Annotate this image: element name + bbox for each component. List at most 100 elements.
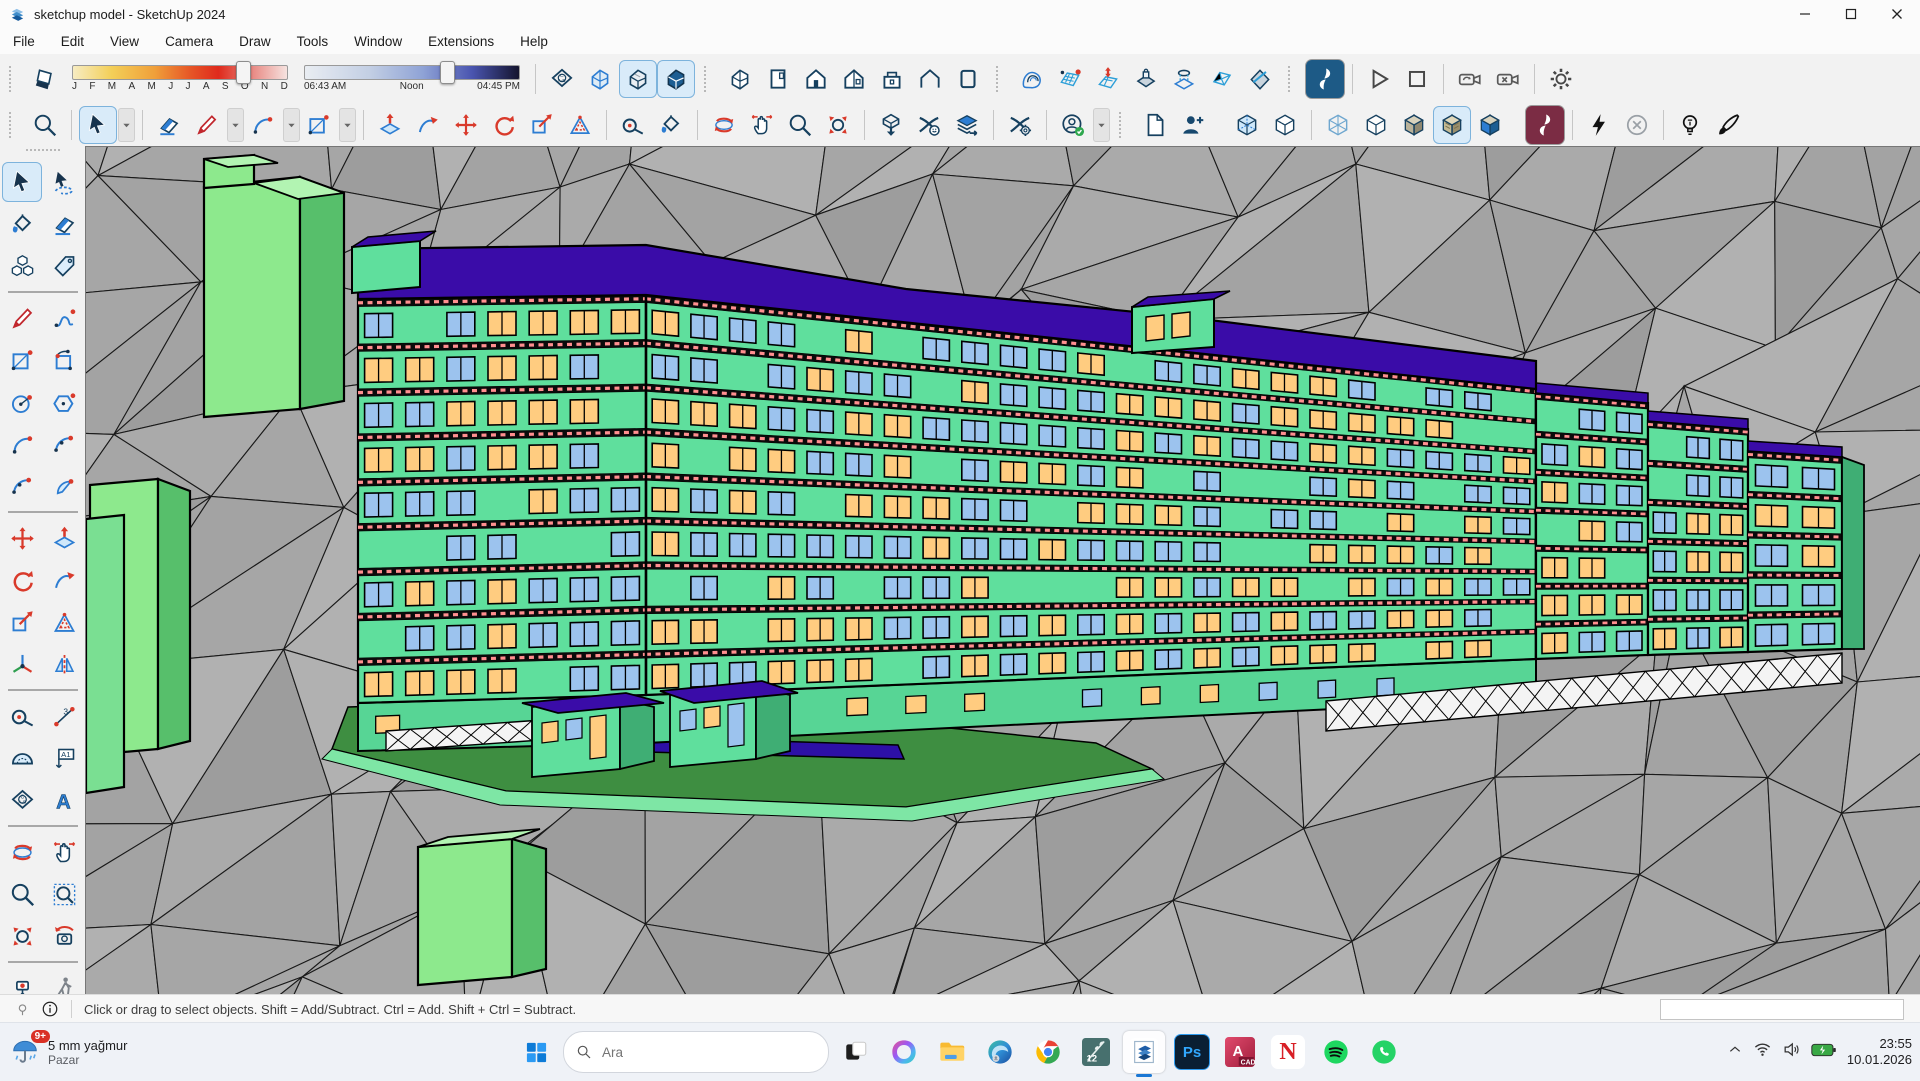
toggle-shadows-button[interactable]	[26, 60, 64, 98]
menu-tools[interactable]: Tools	[284, 31, 342, 52]
palette-grip[interactable]	[26, 149, 60, 157]
shadow-mode-solid-button[interactable]	[657, 60, 695, 98]
close-button[interactable]	[1874, 0, 1920, 28]
edge-app-taskbar-icon[interactable]	[979, 1031, 1021, 1073]
add-collaborator-button[interactable]	[1174, 106, 1212, 144]
line-tool-button[interactable]	[2, 298, 42, 338]
dimensions-tool-button[interactable]: 3	[44, 696, 84, 736]
shadow-time-slider[interactable]: 06:43 AMNoon04:45 PM	[304, 65, 520, 92]
menu-edit[interactable]: Edit	[48, 31, 97, 52]
arc-tool-dropdown[interactable]	[283, 108, 300, 142]
menu-draw[interactable]: Draw	[226, 31, 284, 52]
pie-tool-button[interactable]	[44, 466, 84, 506]
file-explorer-app-taskbar-icon[interactable]	[931, 1031, 973, 1073]
solar-north-compass-button[interactable]: CA-B	[543, 60, 581, 98]
circle-tool-button[interactable]	[2, 382, 42, 422]
account-dropdown[interactable]	[1093, 108, 1110, 142]
quick-render-bolt-button[interactable]	[1580, 106, 1618, 144]
photoshop-app-taskbar-icon[interactable]: Ps	[1171, 1031, 1213, 1073]
toolbar-grip[interactable]	[1288, 66, 1298, 92]
taskbar-search[interactable]	[563, 1031, 829, 1073]
autocad-app-taskbar-icon[interactable]: ACAD	[1219, 1031, 1261, 1073]
close-camera-button[interactable]	[1489, 60, 1527, 98]
pan-tool-button[interactable]	[743, 106, 781, 144]
minimize-button[interactable]	[1782, 0, 1828, 28]
paint-bucket-tool-button[interactable]	[652, 106, 690, 144]
menu-view[interactable]: View	[97, 31, 152, 52]
extension-manager-button[interactable]	[1001, 106, 1039, 144]
paint-bucket-tool-button[interactable]	[2, 204, 42, 244]
3d-text-tool-button[interactable]: A	[44, 780, 84, 820]
zoom-tool-2-button[interactable]	[781, 106, 819, 144]
orbit-tool-button[interactable]	[2, 832, 42, 872]
axes-tool-button[interactable]	[2, 644, 42, 684]
copilot-app-taskbar-icon[interactable]	[883, 1031, 925, 1073]
geolocation-icon[interactable]	[14, 1001, 31, 1018]
offset-tool-button[interactable]	[561, 106, 599, 144]
style-back-edges-button[interactable]	[1266, 106, 1304, 144]
arc-tool-button[interactable]	[244, 106, 282, 144]
wifi-icon[interactable]	[1753, 1040, 1772, 1064]
rotate-tool-button[interactable]	[2, 560, 42, 600]
toolbar-grip[interactable]	[996, 66, 1006, 92]
push-pull-tool-button[interactable]	[44, 518, 84, 558]
components-tool-button[interactable]	[2, 246, 42, 286]
eraser-tool-button[interactable]	[150, 106, 188, 144]
viewport-3d-scene[interactable]	[86, 147, 1920, 994]
rotate-tool-button[interactable]	[485, 106, 523, 144]
select-tool-button[interactable]	[2, 162, 42, 202]
protractor-tool-button[interactable]	[2, 738, 42, 778]
tape-measure-tool-button[interactable]	[614, 106, 652, 144]
push-pull-tool-button[interactable]	[371, 106, 409, 144]
previous-view-tool-button[interactable]	[44, 916, 84, 956]
time-slider-thumb[interactable]	[440, 61, 455, 84]
offset-tool-button[interactable]	[44, 602, 84, 642]
freehand-tool-button[interactable]	[44, 298, 84, 338]
style-hidden-line-button[interactable]	[1357, 106, 1395, 144]
move-tool-button[interactable]	[2, 518, 42, 558]
eraser-tool-button[interactable]	[44, 204, 84, 244]
toolbar-grip[interactable]	[1119, 112, 1129, 138]
axes-compass-tool-button[interactable]: CA-B	[2, 780, 42, 820]
light-bulb-tool-button[interactable]	[1671, 106, 1709, 144]
whatsapp-app-taskbar-icon[interactable]	[1363, 1031, 1405, 1073]
sandbox-smoove-button[interactable]	[1089, 60, 1127, 98]
menu-camera[interactable]: Camera	[152, 31, 226, 52]
chrome-app-taskbar-icon[interactable]	[1027, 1031, 1069, 1073]
view-left-button[interactable]	[911, 60, 949, 98]
new-file-button[interactable]	[1136, 106, 1174, 144]
settings-gear-button[interactable]	[1542, 60, 1580, 98]
speaker-icon[interactable]	[1782, 1040, 1801, 1064]
rectangle-tool-dropdown[interactable]	[339, 108, 356, 142]
style-shaded-button[interactable]	[1395, 106, 1433, 144]
pan-tool-button[interactable]	[44, 832, 84, 872]
style-shaded-textures-button[interactable]	[1433, 106, 1471, 144]
zoom-extents-tool-button[interactable]	[819, 106, 857, 144]
lasso-select-tool-button[interactable]	[44, 162, 84, 202]
sandbox-from-contours-button[interactable]	[1013, 60, 1051, 98]
two-point-arc-tool-button[interactable]	[44, 424, 84, 464]
line-tool-button[interactable]	[188, 106, 226, 144]
send-to-layout-button[interactable]	[948, 106, 986, 144]
rotated-rectangle-tool-button[interactable]	[44, 340, 84, 380]
battery-charging-icon[interactable]	[1811, 1041, 1837, 1064]
view-front-button[interactable]	[797, 60, 835, 98]
netflix-app-taskbar-icon[interactable]: N	[1267, 1031, 1309, 1073]
menu-help[interactable]: Help	[507, 31, 561, 52]
view-right-button[interactable]	[835, 60, 873, 98]
shadow-date-slider[interactable]: JFMAMJJASOND	[72, 65, 288, 92]
tag-tool-button[interactable]	[44, 246, 84, 286]
style-wireframe-button[interactable]	[1319, 106, 1357, 144]
stop-animation-button[interactable]	[1398, 60, 1436, 98]
zoom-extents-tool-button[interactable]	[2, 916, 42, 956]
sandbox-from-scratch-button[interactable]	[1051, 60, 1089, 98]
sandbox-stamp-button[interactable]	[1127, 60, 1165, 98]
text-tool-button[interactable]: A1	[44, 738, 84, 778]
scale-tool-button[interactable]	[2, 602, 42, 642]
spotify-app-taskbar-icon[interactable]	[1315, 1031, 1357, 1073]
play-animation-button[interactable]	[1360, 60, 1398, 98]
toolbar-grip[interactable]	[9, 112, 19, 138]
arc-tool-button[interactable]	[2, 424, 42, 464]
menu-extensions[interactable]: Extensions	[415, 31, 507, 52]
date-slider-thumb[interactable]	[236, 61, 251, 84]
